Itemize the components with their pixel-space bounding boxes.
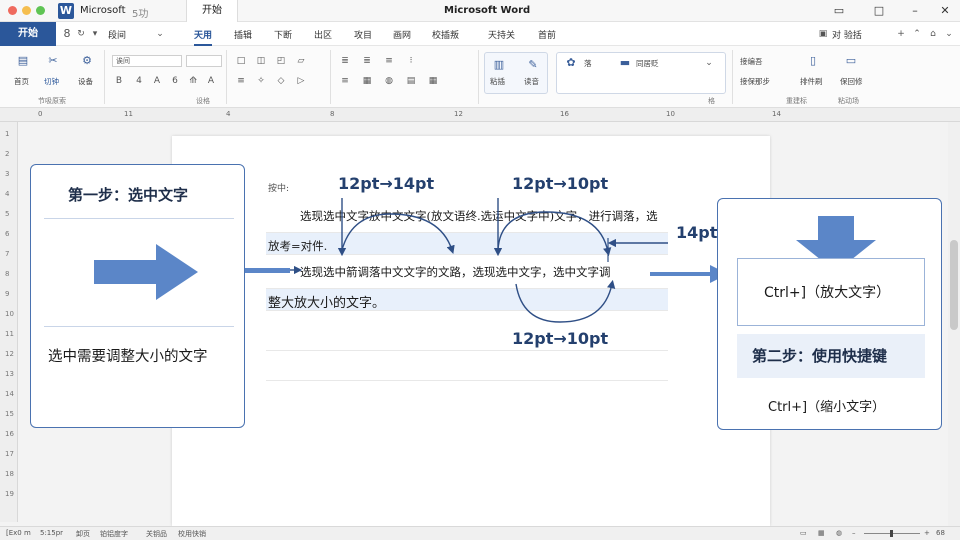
zoom-slider-thumb[interactable] — [890, 530, 893, 537]
print-layout-icon[interactable]: ▦ — [818, 529, 825, 537]
step2-title: 第二步：使用快捷键 — [752, 347, 888, 365]
status-pages[interactable]: 卸页 — [76, 529, 90, 539]
read-mode-icon[interactable]: ▭ — [800, 529, 807, 537]
zoom-in-icon[interactable]: + — [924, 529, 930, 537]
status-words[interactable]: 铂铝度字 — [100, 529, 128, 539]
step1-title: 第一步：选中文字 — [68, 186, 189, 204]
zoom-level[interactable]: 68 — [936, 529, 945, 537]
status-language[interactable]: 关钥品 — [146, 529, 167, 539]
shrink-shortcut: Ctrl+]（缩小文字） — [768, 400, 886, 415]
status-accessibility[interactable]: 校用快销 — [178, 529, 206, 539]
status-bar: [Ex0 m 5:15pr 卸页 铂铝度字 关钥品 校用快销 ▭ ▦ ◍ – +… — [0, 526, 960, 540]
zoom-out-icon[interactable]: – — [852, 529, 856, 537]
step1-text: 选中需要调整大小的文字 — [48, 349, 208, 365]
status-time: 5:15pr — [40, 529, 64, 537]
divider — [44, 326, 234, 327]
divider — [44, 218, 234, 219]
web-layout-icon[interactable]: ◍ — [836, 529, 842, 537]
enlarge-shortcut: Ctrl+]（放大文字） — [764, 285, 891, 301]
status-page[interactable]: [Ex0 m — [6, 529, 31, 537]
scrollbar-thumb[interactable] — [950, 240, 958, 330]
right-arrow-icon — [94, 244, 198, 300]
